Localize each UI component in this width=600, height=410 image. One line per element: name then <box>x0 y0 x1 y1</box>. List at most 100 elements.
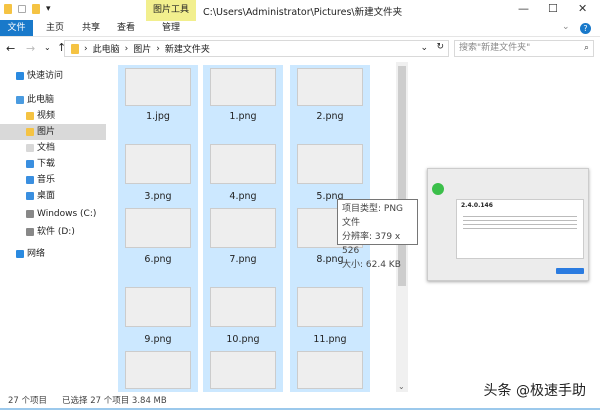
file-item[interactable]: 11.png <box>290 268 370 348</box>
help-icon[interactable]: ? <box>580 23 591 34</box>
sidebar-item[interactable]: 网络 <box>0 246 106 262</box>
recent-locations-icon[interactable]: ⌄ <box>44 43 51 52</box>
sidebar-item-label: 文档 <box>37 143 56 153</box>
file-thumbnail <box>210 351 276 389</box>
file-name: 9.png <box>144 334 172 345</box>
folder-icon <box>71 43 79 54</box>
window-title: C:\Users\Administrator\Pictures\新建文件夹 <box>203 7 403 18</box>
search-input[interactable]: 搜索"新建文件夹" ⌕ <box>454 40 594 57</box>
sidebar-item-label: Windows (C:) <box>37 209 97 219</box>
breadcrumb-pictures[interactable]: 图片 <box>133 42 151 55</box>
sidebar-item[interactable]: 文档 <box>0 140 106 156</box>
file-item[interactable]: 6.png <box>118 205 198 268</box>
search-placeholder: 搜索"新建文件夹" <box>459 43 531 53</box>
sidebar-item[interactable]: Windows (C:) <box>0 206 106 222</box>
file-item[interactable]: 3.png <box>118 125 198 205</box>
file-name: 10.png <box>226 334 260 345</box>
tab-home[interactable]: 主页 <box>40 20 70 36</box>
sidebar-item[interactable]: 视频 <box>0 108 106 124</box>
sidebar-item[interactable]: 桌面 <box>0 188 106 204</box>
preview-install-button <box>556 268 584 274</box>
maximize-button[interactable]: ☐ <box>548 2 558 15</box>
sidebar-item-label: 软件 (D:) <box>37 227 75 237</box>
preview-version: 2.4.0.146 <box>461 202 493 209</box>
customize-dropdown-icon[interactable]: ▾ <box>46 4 51 14</box>
computer-icon <box>16 96 24 104</box>
file-thumbnail <box>125 351 191 389</box>
sidebar-item-label: 图片 <box>37 127 56 137</box>
file-item[interactable]: 5.png <box>290 125 370 205</box>
breadcrumb-new-folder[interactable]: 新建文件夹 <box>165 42 210 55</box>
back-button[interactable]: ← <box>6 42 15 55</box>
sidebar-item-label: 下载 <box>37 159 56 169</box>
file-item[interactable]: 1.png <box>203 65 283 125</box>
music-folder-icon <box>26 176 34 184</box>
drive-icon <box>26 228 34 236</box>
sidebar-item-label: 此电脑 <box>27 95 55 105</box>
sidebar-item[interactable]: 软件 (D:) <box>0 224 106 240</box>
breadcrumb-this-pc[interactable]: 此电脑 <box>93 42 120 55</box>
file-item[interactable]: 2.png <box>290 65 370 125</box>
properties-icon[interactable] <box>18 5 26 13</box>
sidebar-item-label: 快速访问 <box>27 71 64 81</box>
downloads-folder-icon <box>26 160 34 168</box>
sidebar-item[interactable]: 下载 <box>0 156 106 172</box>
refresh-icon[interactable]: ↻ <box>436 42 444 52</box>
sidebar-item[interactable]: 快速访问 <box>0 68 106 84</box>
file-thumbnail <box>297 287 363 327</box>
file-thumbnail <box>210 68 276 106</box>
file-thumbnail <box>210 287 276 327</box>
pictures-folder-icon <box>26 128 34 136</box>
file-name: 2.png <box>316 111 344 122</box>
file-thumbnail <box>125 208 191 248</box>
minimize-button[interactable]: — <box>518 2 529 15</box>
file-item[interactable]: 7.png <box>203 205 283 268</box>
file-item[interactable] <box>203 348 283 392</box>
file-thumbnail <box>297 68 363 106</box>
file-name: 4.png <box>229 191 257 202</box>
file-item[interactable]: 1.jpg <box>118 65 198 125</box>
tooltip-size: 大小: 62.4 KB <box>342 260 401 270</box>
tab-view[interactable]: 查看 <box>111 20 141 36</box>
file-thumbnail <box>297 144 363 184</box>
desktop-folder-icon <box>26 192 34 200</box>
sidebar-item[interactable]: 图片 <box>0 124 106 140</box>
sidebar-item-label: 音乐 <box>37 175 56 185</box>
forward-button[interactable]: → <box>26 42 35 55</box>
file-item[interactable]: 10.png <box>203 268 283 348</box>
file-item[interactable] <box>118 348 198 392</box>
video-folder-icon <box>26 112 34 120</box>
file-item[interactable] <box>290 348 370 392</box>
tab-manage[interactable]: 管理 <box>146 20 196 36</box>
file-name: 1.jpg <box>146 111 170 122</box>
file-name: 3.png <box>144 191 172 202</box>
sidebar-item[interactable]: 此电脑 <box>0 92 106 108</box>
new-folder-icon[interactable] <box>32 4 40 14</box>
network-icon <box>16 250 24 258</box>
folder-icon <box>4 4 12 14</box>
file-name: 11.png <box>313 334 347 345</box>
context-tab-picture-tools: 图片工具 <box>146 0 196 21</box>
app-logo-icon <box>432 183 444 195</box>
documents-folder-icon <box>26 144 34 152</box>
file-item[interactable]: 9.png <box>118 268 198 348</box>
drive-icon <box>26 210 34 218</box>
tab-share[interactable]: 共享 <box>76 20 106 36</box>
sidebar-item-label: 视频 <box>37 111 56 121</box>
star-icon <box>16 72 24 80</box>
tab-file[interactable]: 文件 <box>0 20 33 36</box>
search-icon: ⌕ <box>583 43 589 53</box>
item-count: 27 个项目 <box>8 396 48 406</box>
file-item[interactable]: 4.png <box>203 125 283 205</box>
scroll-down-icon[interactable]: ⌄ <box>398 382 405 391</box>
preview-pane-image: 2.4.0.146 <box>427 168 589 281</box>
quick-access-toolbar: ▾ <box>4 4 51 14</box>
address-bar[interactable]: › 此电脑 › 图片 › 新建文件夹 ⌄ ↻ <box>64 40 449 57</box>
tooltip-type: 项目类型: PNG 文件 <box>342 204 404 228</box>
file-name: 1.png <box>229 111 257 122</box>
sidebar-item[interactable]: 音乐 <box>0 172 106 188</box>
address-dropdown-icon[interactable]: ⌄ <box>420 43 428 53</box>
expand-ribbon-icon[interactable]: ⌄ <box>562 22 570 32</box>
close-button[interactable]: ✕ <box>578 2 587 15</box>
file-thumbnail <box>297 351 363 389</box>
